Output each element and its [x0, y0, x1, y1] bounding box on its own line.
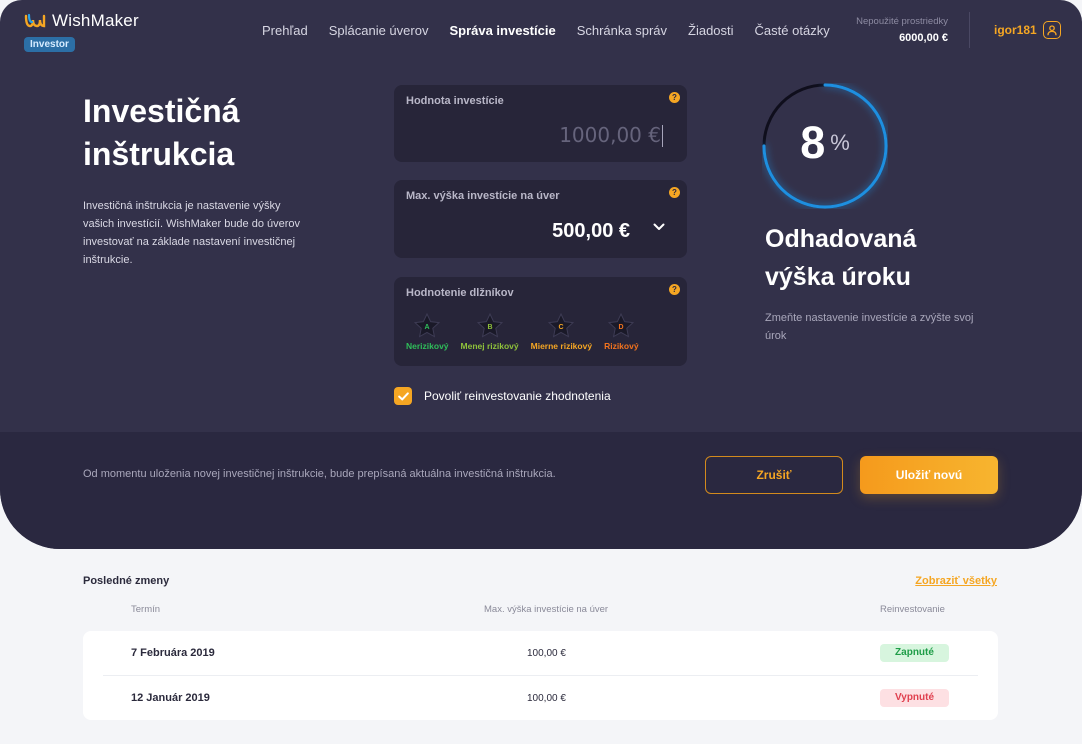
star-icon: B — [476, 313, 503, 338]
rating-option-b[interactable]: B Menej rizikový — [461, 313, 519, 351]
star-icon: D — [608, 313, 635, 338]
investment-value-label: Hodnota investície — [406, 95, 504, 107]
rating-grade: C — [559, 324, 564, 331]
unused-funds-label: Nepoužité prostriedky — [856, 16, 948, 27]
rating-grade: B — [487, 324, 492, 331]
help-icon[interactable]: ? — [669, 187, 680, 198]
rating-grade: A — [425, 324, 430, 331]
hero-panel: WishMaker Investor Prehľad Splácanie úve… — [0, 0, 1082, 549]
rating-name: Menej rizikový — [460, 341, 519, 351]
wishmaker-logo-icon — [24, 13, 46, 28]
logo[interactable]: WishMaker — [24, 11, 139, 31]
borrower-rating-card: Hodnotenie dlžníkov ? A Nerizikový B Men… — [394, 277, 687, 366]
rating-option-c[interactable]: C Mierne rizikový — [531, 313, 592, 351]
rating-name: Mierne rizikový — [530, 341, 593, 351]
nav-item-prehlad[interactable]: Prehľad — [262, 23, 308, 38]
cancel-button[interactable]: Zrušiť — [705, 456, 843, 494]
main-nav: Prehľad Splácanie úverov Správa investíc… — [262, 23, 830, 38]
interest-unit: % — [830, 130, 850, 155]
role-badge: Investor — [24, 37, 75, 52]
nav-item-schranka-sprav[interactable]: Schránka správ — [577, 23, 667, 38]
column-header-reinvest: Reinvestovanie — [880, 604, 945, 615]
show-all-link[interactable]: Zobraziť všetky — [915, 575, 997, 587]
page-description: Investičná inštrukcia je nastavenie výšk… — [83, 200, 301, 266]
max-investment-label: Max. výška investície na úver — [406, 190, 560, 202]
nav-item-caste-otazky[interactable]: Časté otázky — [755, 23, 830, 38]
rating-option-a[interactable]: A Nerizikový — [406, 313, 449, 351]
unused-funds-value: 6000,00 € — [899, 32, 948, 44]
username: igor181 — [994, 23, 1037, 37]
save-new-button[interactable]: Uložiť novú — [860, 456, 998, 494]
text-caret — [661, 125, 663, 147]
help-icon[interactable]: ? — [669, 284, 680, 295]
rating-grade: D — [619, 324, 624, 331]
interest-value: 8 — [800, 117, 826, 168]
unused-funds: Nepoužité prostriedky 6000,00 € — [856, 16, 948, 44]
chevron-down-icon[interactable] — [653, 223, 665, 231]
star-icon: C — [548, 313, 575, 338]
header-divider — [969, 12, 970, 48]
recent-changes-table: 7 Februára 2019 100,00 € Zapnuté 12 Janu… — [83, 631, 998, 720]
rating-name: Rizikový — [604, 341, 639, 351]
logo-text: WishMaker — [52, 11, 139, 30]
interest-gauge-label: 8% — [762, 117, 888, 169]
row-amount: 100,00 € — [527, 648, 566, 659]
status-badge: Zapnuté — [880, 644, 949, 662]
nav-item-sprava-investicie[interactable]: Správa investície — [449, 23, 555, 38]
user-menu[interactable]: igor181 — [994, 21, 1061, 39]
nav-item-ziadosti[interactable]: Žiadosti — [688, 23, 734, 38]
star-icon: A — [414, 313, 441, 338]
column-header-max-investment: Max. výška investície na úver — [484, 604, 609, 615]
reinvest-checkbox-row[interactable]: Povoliť reinvestovanie zhodnotenia — [394, 387, 611, 405]
reinvest-label: Povoliť reinvestovanie zhodnotenia — [424, 389, 611, 403]
column-header-term: Termín — [131, 604, 161, 615]
page-title: Investičná inštrukcia — [83, 93, 240, 172]
table-row: 12 Január 2019 100,00 € Vypnuté — [83, 676, 998, 720]
max-investment-card: Max. výška investície na úver ? 500,00 € — [394, 180, 687, 258]
help-icon[interactable]: ? — [669, 92, 680, 103]
rating-name: Nerizikový — [406, 341, 449, 351]
user-icon — [1042, 21, 1061, 39]
rating-option-d[interactable]: D Rizikový — [604, 313, 639, 351]
borrower-rating-label: Hodnotenie dlžníkov — [406, 287, 514, 299]
checkmark-icon — [397, 391, 409, 400]
investment-value-input[interactable]: 1000,00 € — [559, 123, 661, 147]
nav-item-splacanie-uverov[interactable]: Splácanie úverov — [329, 23, 429, 38]
reinvest-checkbox[interactable] — [394, 387, 412, 405]
status-badge: Vypnuté — [880, 689, 949, 707]
estimate-title: Odhadovaná výška úroku — [765, 225, 917, 291]
row-date: 12 Január 2019 — [131, 692, 210, 704]
rating-options: A Nerizikový B Menej rizikový C Mierne r… — [406, 313, 651, 351]
table-row: 7 Februára 2019 100,00 € Zapnuté — [83, 631, 998, 676]
row-date: 7 Februára 2019 — [131, 647, 215, 659]
row-amount: 100,00 € — [527, 693, 566, 704]
save-note: Od momentu uloženia novej investičnej in… — [83, 468, 556, 480]
max-investment-select[interactable]: 500,00 € — [552, 220, 630, 243]
investment-value-card: Hodnota investície ? 1000,00 € — [394, 85, 687, 162]
recent-changes-title: Posledné zmeny — [83, 575, 170, 587]
estimate-description: Zmeňte nastavenie investície a zvýšte sv… — [765, 312, 974, 342]
